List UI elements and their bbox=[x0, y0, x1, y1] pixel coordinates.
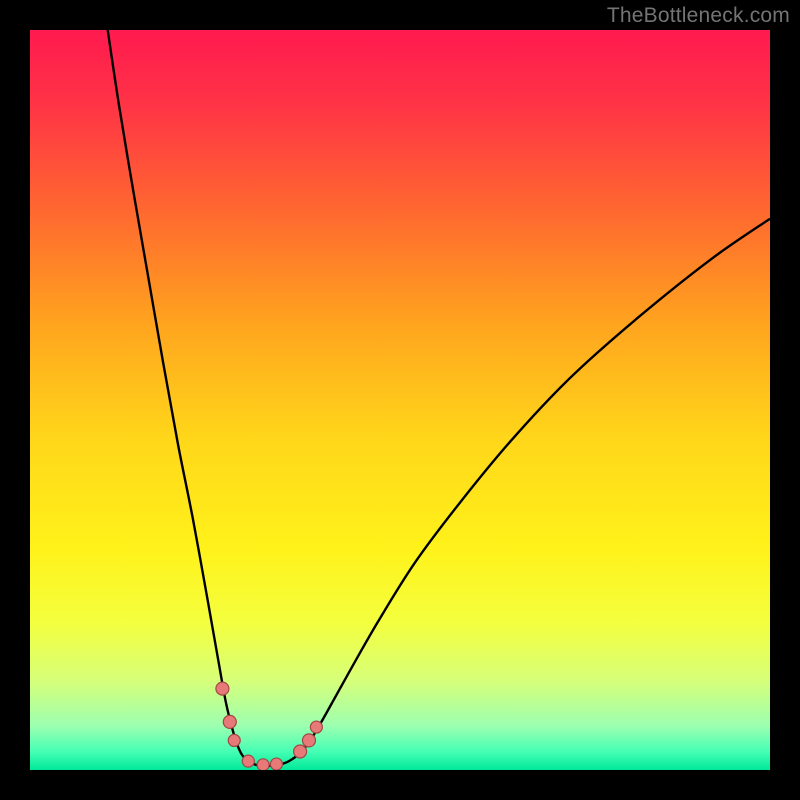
data-marker bbox=[223, 715, 236, 728]
data-marker bbox=[228, 734, 240, 746]
data-marker bbox=[242, 755, 254, 767]
plot-area bbox=[30, 30, 770, 770]
watermark-text: TheBottleneck.com bbox=[607, 4, 790, 28]
data-marker bbox=[302, 734, 315, 747]
gradient-background bbox=[30, 30, 770, 770]
data-marker bbox=[310, 721, 322, 733]
chart-frame: TheBottleneck.com bbox=[0, 0, 800, 800]
data-marker bbox=[216, 682, 229, 695]
data-marker bbox=[257, 759, 269, 770]
data-marker bbox=[270, 758, 282, 770]
data-marker bbox=[294, 745, 307, 758]
chart-svg bbox=[30, 30, 770, 770]
